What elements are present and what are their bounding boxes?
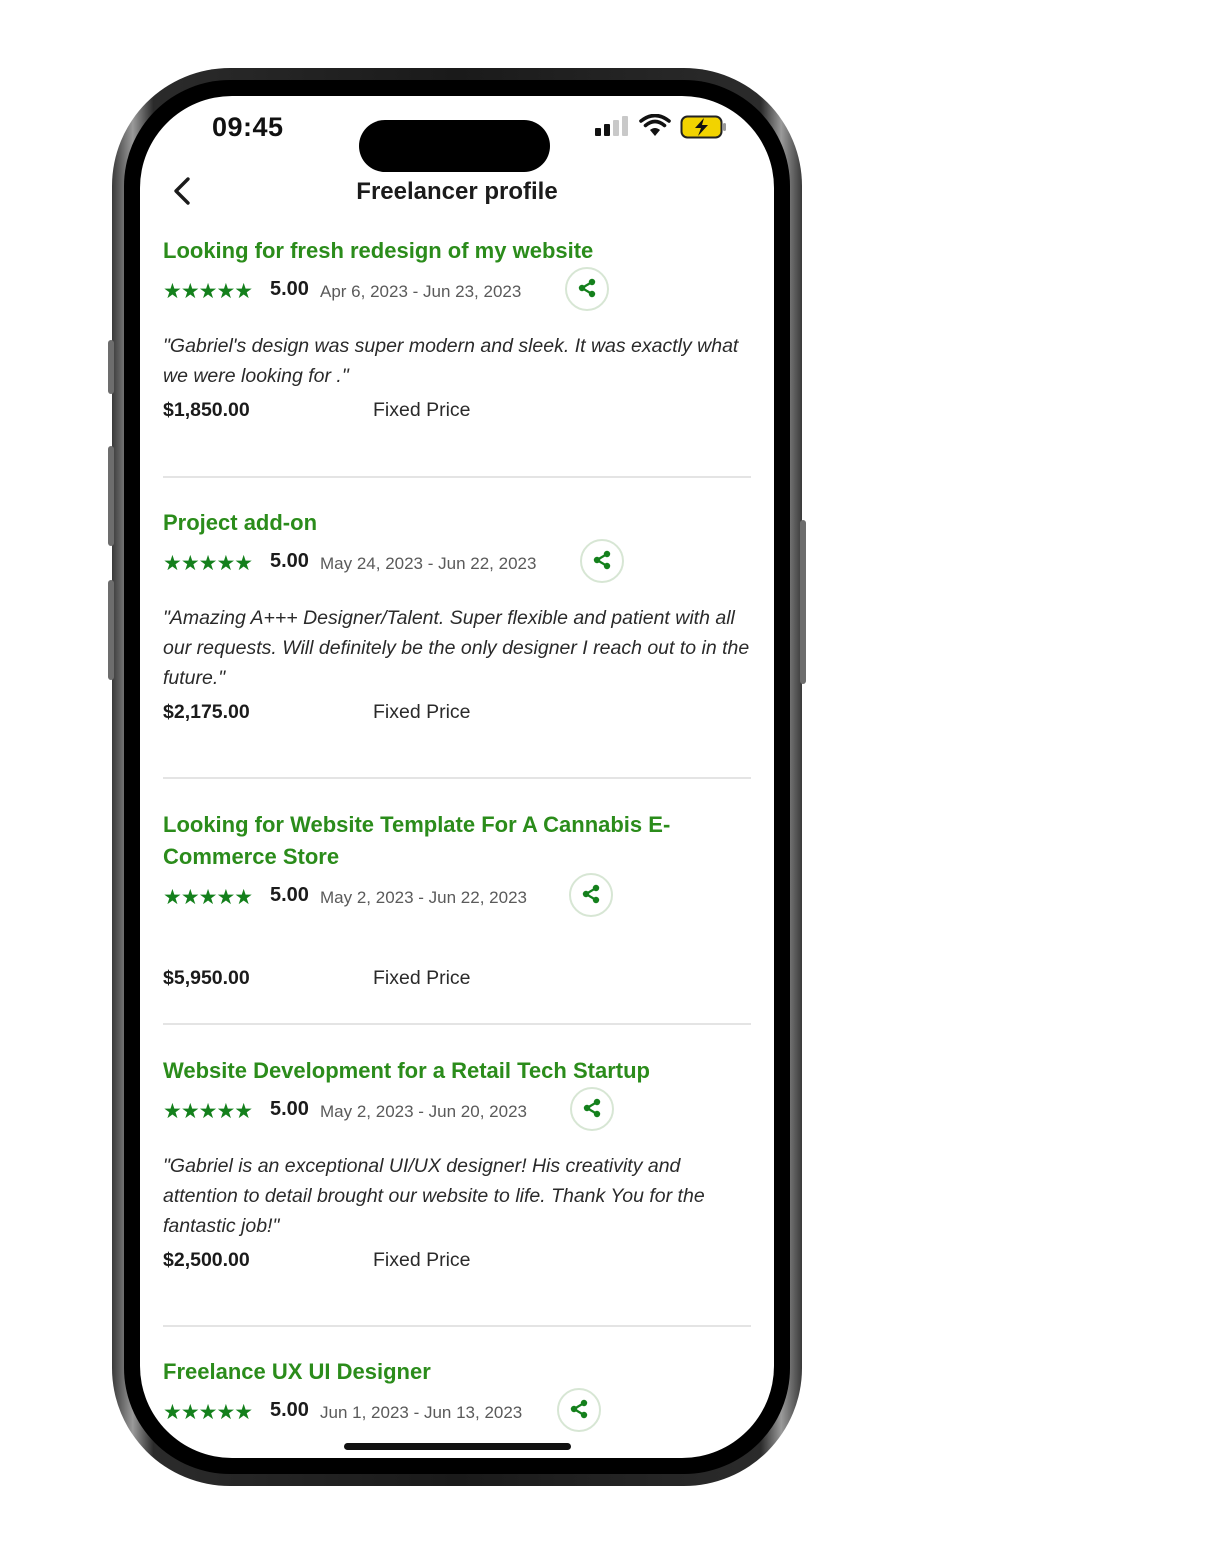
review-quote [163,929,751,959]
share-button[interactable] [580,539,624,583]
price-row: $2,175.00 Fixed Price [163,693,751,733]
review-quote: "Amazing A+++ Designer/Talent. Super fle… [163,607,750,689]
home-indicator[interactable] [344,1443,571,1450]
volume-down-button [108,580,114,680]
star-rating-icon: ★★★★★ [163,280,253,303]
price-type: Fixed Price [373,967,471,989]
rating-row: ★★★★★ 5.00 May 24, 2023 - Jun 22, 2023 [163,539,751,583]
review-quote: "Gabriel's design was super modern and s… [163,335,739,387]
price-row: $2,500.00 Fixed Price [163,1241,751,1281]
price-type: Fixed Price [373,399,471,421]
screen: 09:45 Freelancer profile Looking for fre… [140,96,774,1458]
job-dates: Jun 1, 2023 - Jun 13, 2023 [320,1403,523,1422]
divider [163,476,751,478]
share-button[interactable] [565,267,609,311]
job-dates: Apr 6, 2023 - Jun 23, 2023 [320,282,522,301]
rating-row: ★★★★★ 5.00 May 2, 2023 - Jun 22, 2023 [163,873,751,917]
rating-score: 5.00 [270,278,309,300]
star-rating-icon: ★★★★★ [163,1100,253,1123]
divider [163,1023,751,1025]
page-title: Freelancer profile [356,178,558,205]
rating-row: ★★★★★ 5.00 Jun 1, 2023 - Jun 13, 2023 [163,1388,751,1432]
power-button [800,520,806,684]
share-icon [583,1098,601,1118]
star-rating-icon: ★★★★★ [163,552,253,575]
wifi-icon [639,114,671,136]
job-item: Project add-on ★★★★★ 5.00 May 24, 2023 -… [163,507,751,733]
rating-row: ★★★★★ 5.00 Apr 6, 2023 - Jun 23, 2023 [163,267,751,311]
job-price: $1,850.00 [163,399,250,421]
job-title[interactable]: Looking for Website Template For A Canna… [163,809,723,873]
job-price: $2,500.00 [163,1249,250,1271]
job-dates: May 2, 2023 - Jun 20, 2023 [320,1102,527,1121]
price-row: $1,850.00 Fixed Price [163,391,751,431]
dynamic-island [359,120,550,172]
rating-score: 5.00 [270,884,309,906]
job-title[interactable]: Looking for fresh redesign of my website [163,235,751,267]
job-item: Website Development for a Retail Tech St… [163,1055,751,1281]
rating-score: 5.00 [270,1098,309,1120]
rating-score: 5.00 [270,550,309,572]
job-item: Looking for Website Template For A Canna… [163,809,751,999]
job-title[interactable]: Project add-on [163,507,751,539]
divider [163,777,751,779]
volume-up-button [108,446,114,546]
price-type: Fixed Price [373,1249,471,1271]
cellular-signal-icon [595,114,631,140]
star-rating-icon: ★★★★★ [163,1401,253,1424]
job-price: $2,175.00 [163,701,250,723]
job-dates: May 24, 2023 - Jun 22, 2023 [320,554,537,573]
rating-score: 5.00 [270,1399,309,1421]
star-rating-icon: ★★★★★ [163,886,253,909]
job-item: Looking for fresh redesign of my website… [163,235,751,431]
price-type: Fixed Price [373,701,471,723]
share-button[interactable] [569,873,613,917]
share-icon [582,884,600,904]
battery-charging-icon [680,115,726,139]
job-price: $5,950.00 [163,967,250,989]
share-icon [593,550,611,570]
share-icon [578,278,596,298]
divider [163,1325,751,1327]
price-row: $5,950.00 Fixed Price [163,959,751,999]
share-icon [570,1399,588,1419]
action-button [108,340,114,394]
job-title[interactable]: Freelance UX UI Designer [163,1356,751,1388]
share-button[interactable] [557,1388,601,1432]
job-item: Freelance UX UI Designer ★★★★★ 5.00 Jun … [163,1356,751,1432]
rating-row: ★★★★★ 5.00 May 2, 2023 - Jun 20, 2023 [163,1087,751,1131]
job-dates: May 2, 2023 - Jun 22, 2023 [320,888,527,907]
job-title[interactable]: Website Development for a Retail Tech St… [163,1055,751,1087]
review-quote: "Gabriel is an exceptional UI/UX designe… [163,1155,705,1237]
status-time: 09:45 [212,112,284,142]
share-button[interactable] [570,1087,614,1131]
